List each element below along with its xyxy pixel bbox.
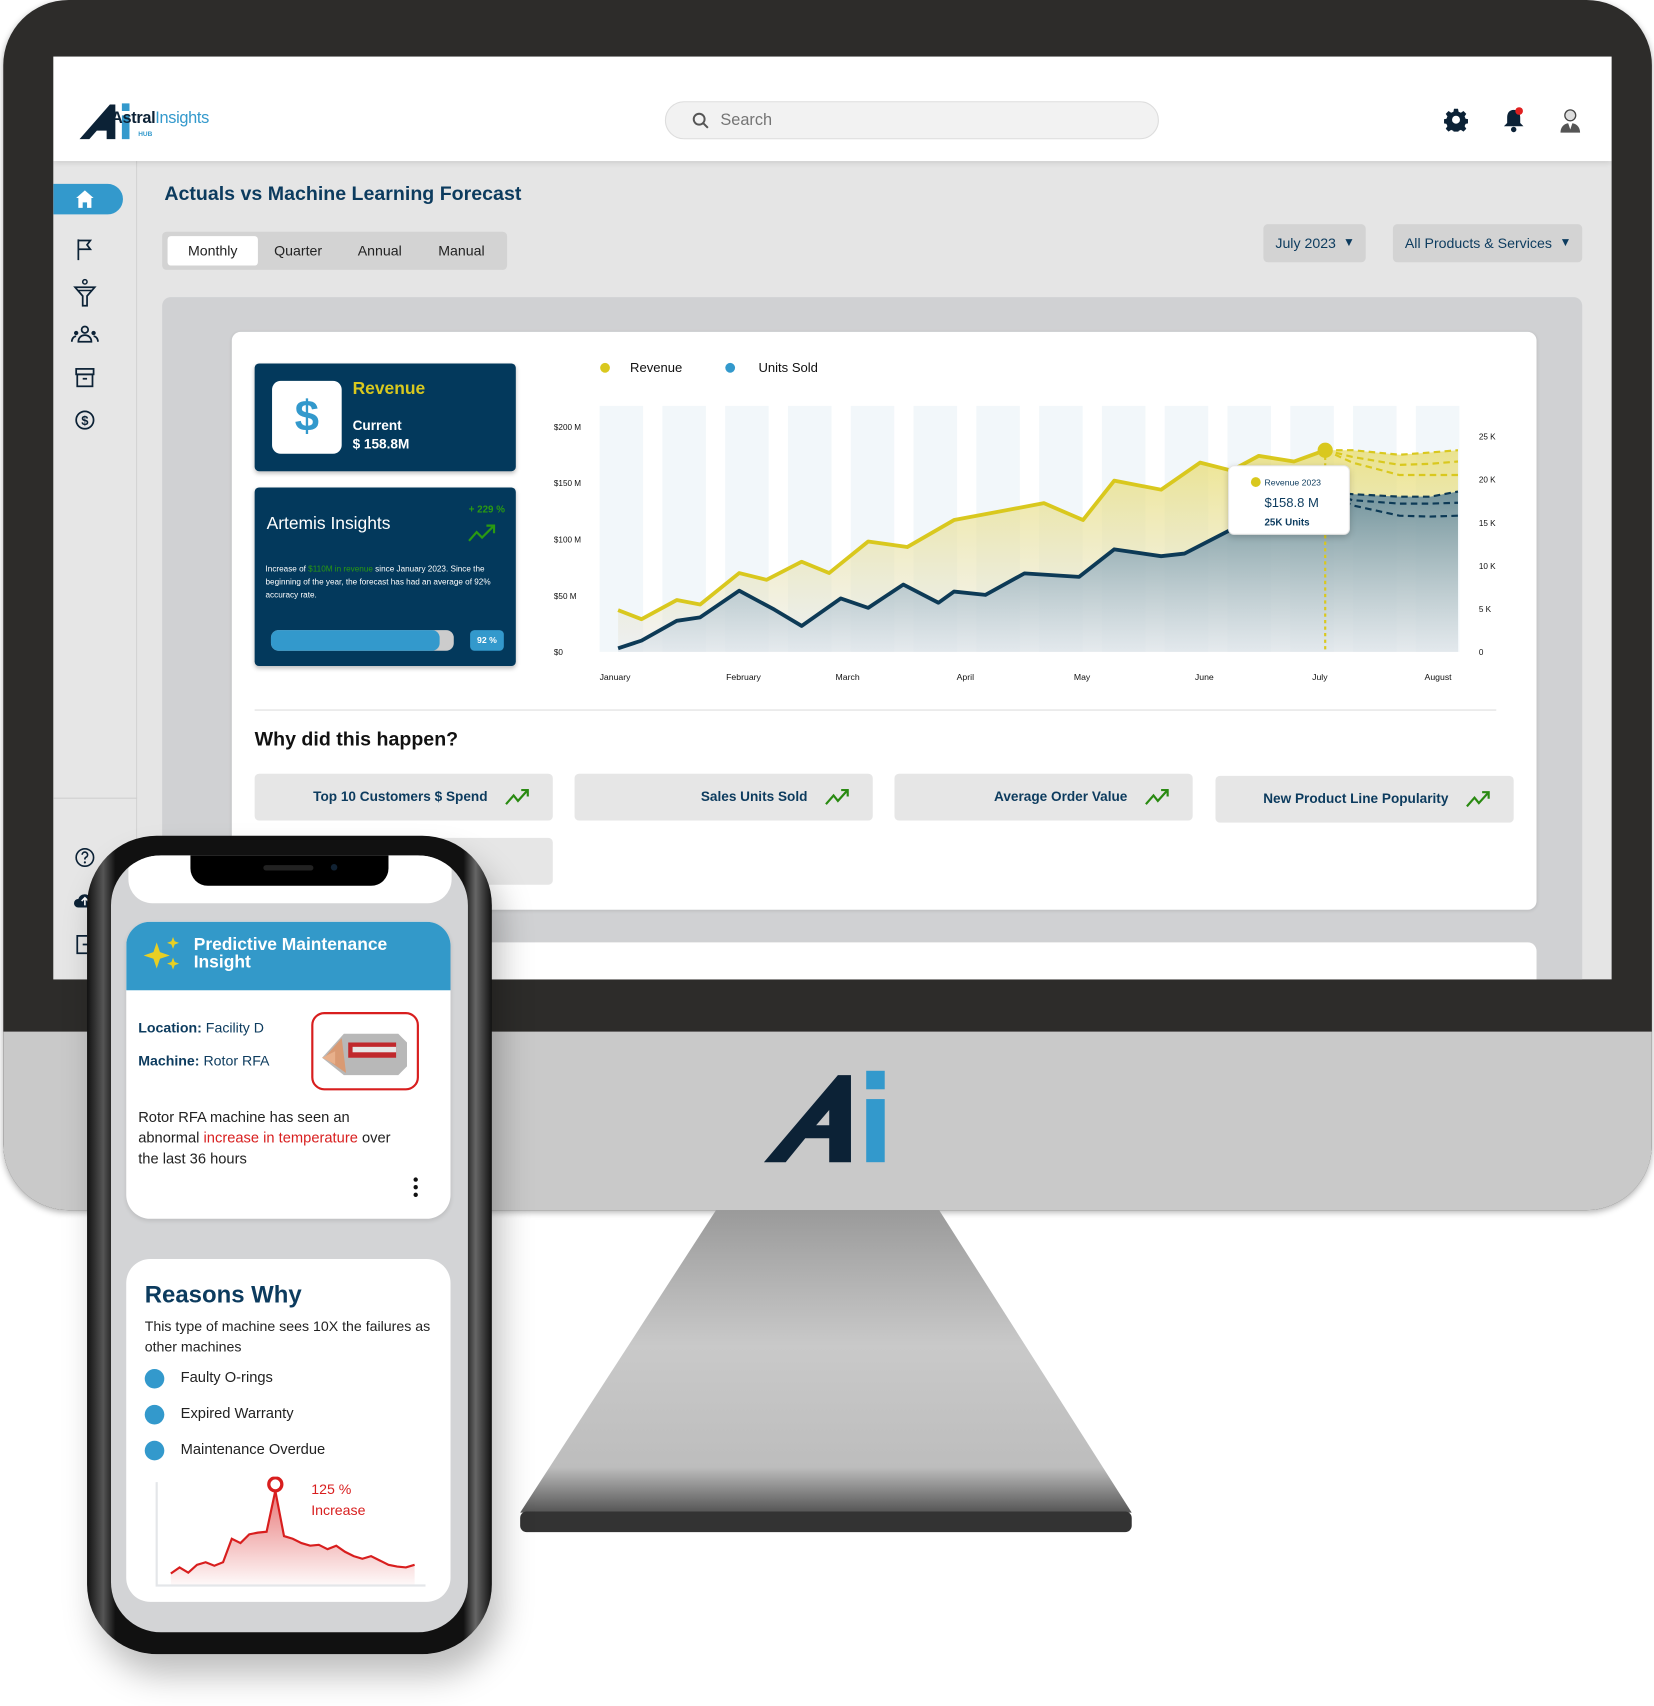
phone-notch [190,855,389,886]
search-bar[interactable] [664,101,1159,140]
phone-screen: Predictive Maintenance Insight Location:… [110,855,468,1633]
predictive-maintenance-card[interactable]: Predictive Maintenance Insight Location:… [126,921,451,1219]
more-options-icon[interactable] [411,1176,420,1198]
bell-icon[interactable] [1502,107,1526,133]
peak-marker [267,1476,284,1493]
machine-row: Machine: Rotor RFA [138,1052,270,1069]
logo-text: AstralInsights [110,108,209,128]
reasons-title: Reasons Why [144,1280,302,1309]
gear-icon[interactable] [1444,108,1468,132]
phone-mockup: Predictive Maintenance Insight Location:… [87,835,492,1655]
reasons-why-card: Reasons Why This type of machine sees 10… [126,1259,451,1602]
insight-title: Predictive Maintenance Insight [193,935,388,972]
reason-item: Maintenance Overdue [180,1440,326,1458]
reason-item: Faulty O-rings [180,1368,273,1386]
bullet-icon [144,1440,165,1461]
machine-image [311,1012,419,1091]
bullet-icon [144,1368,165,1389]
search-icon [692,112,709,129]
location-row: Location: Facility D [138,1019,264,1036]
avatar[interactable] [1558,107,1582,133]
reasons-description: This type of machine sees 10X the failur… [144,1317,431,1355]
insight-description: Rotor RFA machine has seen an abnormal i… [138,1108,391,1167]
insight-header: Predictive Maintenance Insight [126,921,451,991]
sparkle-icon [143,936,180,970]
logo-hub: HUB [138,131,153,139]
bullet-icon [144,1404,165,1425]
search-input[interactable] [720,110,1134,130]
reason-item: Expired Warranty [180,1404,294,1422]
peak-annotation: 125 % Increase [311,1481,366,1519]
temperature-sparkline [155,1476,426,1587]
top-header: AstralInsights HUB [53,56,1612,162]
